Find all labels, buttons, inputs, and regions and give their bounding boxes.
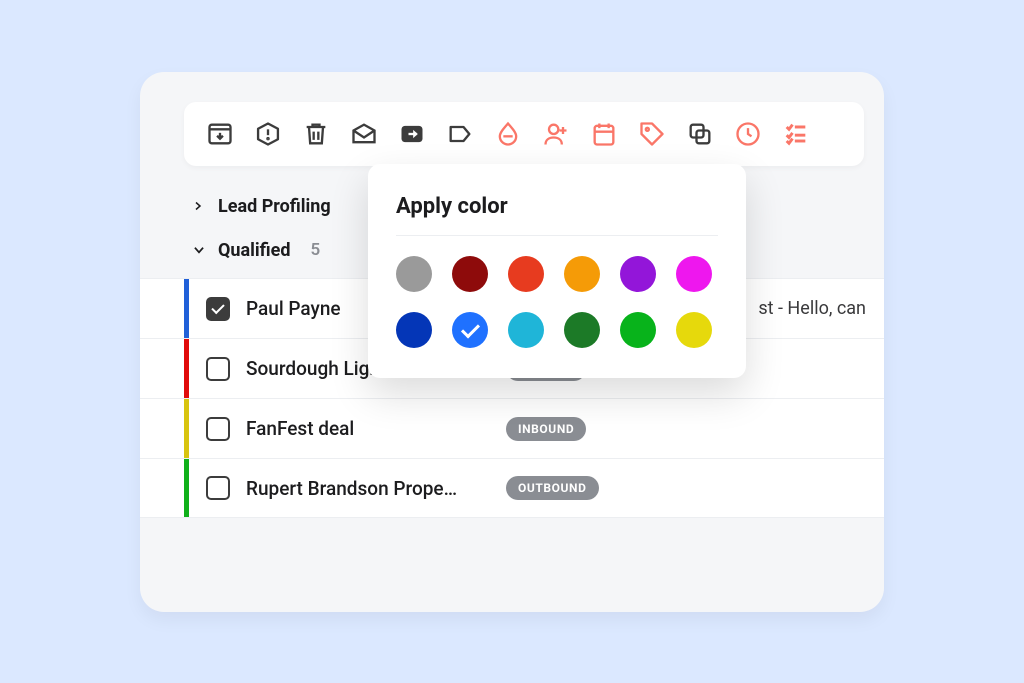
merge-icon[interactable] [676,110,724,158]
trash-icon[interactable] [292,110,340,158]
section-title: Lead Profiling [218,196,331,217]
color-swatch[interactable] [452,312,488,348]
tag-icon[interactable] [628,110,676,158]
apply-color-popover: Apply color [368,164,746,378]
row-badge: INBOUND [506,417,586,441]
tasks-icon[interactable] [772,110,820,158]
chevron-down-icon [192,243,208,257]
color-swatch[interactable] [676,256,712,292]
color-swatch[interactable] [508,312,544,348]
color-swatch-grid [396,256,718,348]
row-checkbox[interactable] [206,297,230,321]
deal-row[interactable]: FanFest dealINBOUND [140,398,884,458]
chevron-right-icon [192,200,208,212]
row-name: Rupert Brandson Prope… [246,477,506,500]
label-icon[interactable] [436,110,484,158]
color-swatch[interactable] [452,256,488,292]
assign-icon[interactable] [532,110,580,158]
row-color-bar [184,399,189,458]
row-color-bar [184,459,189,517]
color-swatch[interactable] [396,256,432,292]
move-icon[interactable] [388,110,436,158]
row-color-bar [184,279,189,338]
deal-row[interactable]: Rupert Brandson Prope…OUTBOUND [140,458,884,518]
archive-icon[interactable] [196,110,244,158]
color-swatch[interactable] [564,256,600,292]
color-swatch[interactable] [508,256,544,292]
divider [396,235,718,236]
snooze-icon[interactable] [724,110,772,158]
popover-title: Apply color [396,194,718,219]
row-name: FanFest deal [246,417,506,440]
mark-read-icon[interactable] [340,110,388,158]
row-preview-text: st - Hello, can [758,298,866,319]
color-swatch[interactable] [620,312,656,348]
report-icon[interactable] [244,110,292,158]
toolbar [184,102,864,166]
color-swatch[interactable] [676,312,712,348]
color-swatch[interactable] [564,312,600,348]
color-swatch[interactable] [620,256,656,292]
section-count: 5 [310,240,320,260]
row-checkbox[interactable] [206,476,230,500]
color-icon[interactable] [484,110,532,158]
row-checkbox[interactable] [206,417,230,441]
schedule-icon[interactable] [580,110,628,158]
section-title: Qualified [218,240,290,261]
row-badge: OUTBOUND [506,476,599,500]
row-checkbox[interactable] [206,357,230,381]
color-swatch[interactable] [396,312,432,348]
row-color-bar [184,339,189,398]
